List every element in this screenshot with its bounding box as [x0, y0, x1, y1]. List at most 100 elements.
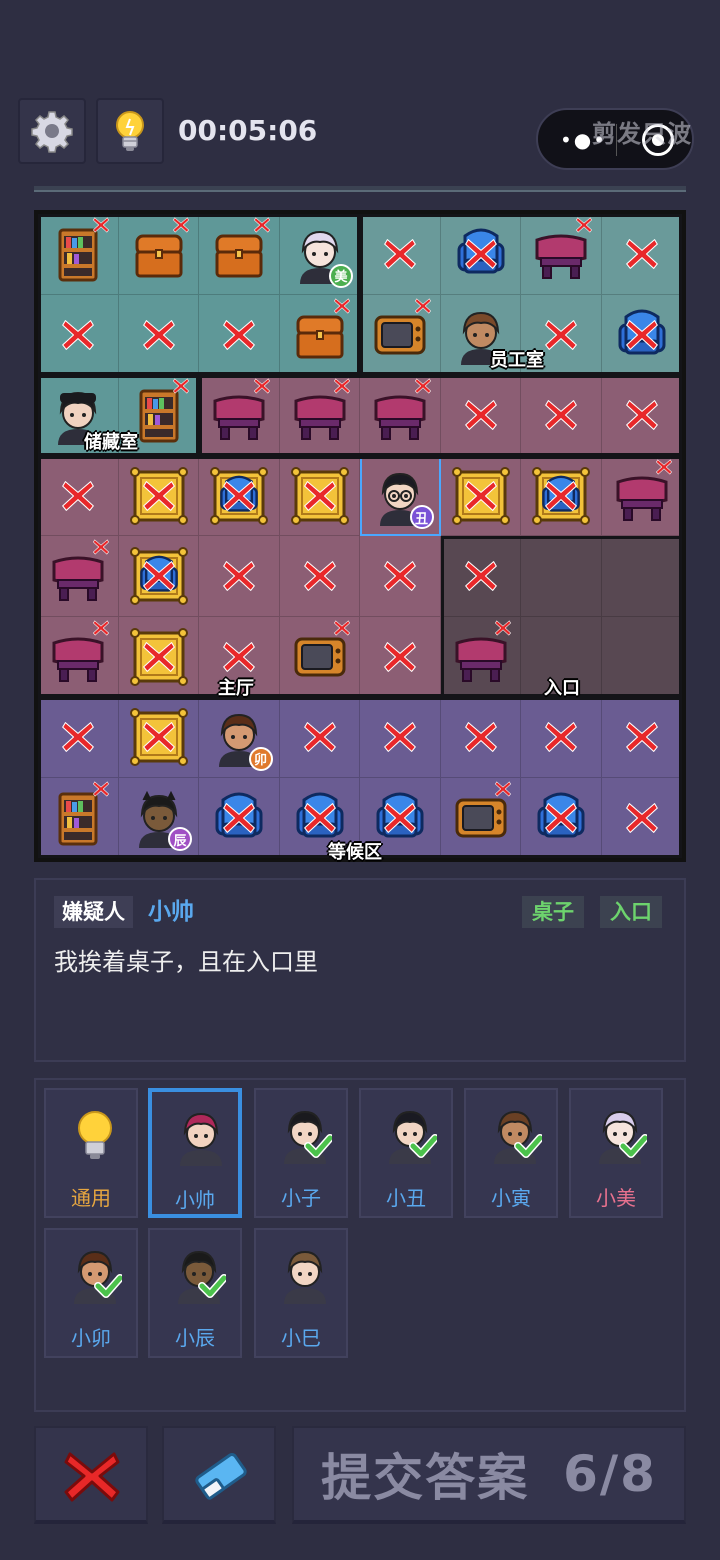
- board-cell[interactable]: [440, 214, 521, 295]
- board-cell[interactable]: 丑: [360, 455, 441, 536]
- board-cell[interactable]: [38, 536, 119, 617]
- board-cell[interactable]: [360, 616, 441, 697]
- suspect-badge: 丑: [409, 505, 434, 529]
- cross-mark-icon: [223, 561, 255, 591]
- clue-panel: 嫌疑人 小帅 桌子 入口 我挨着桌子，且在入口里: [34, 878, 686, 1062]
- board-cell[interactable]: [440, 536, 521, 617]
- suspect-card[interactable]: 小丑: [359, 1088, 453, 1218]
- suspect-label: 小卯: [71, 1326, 111, 1350]
- cross-mark-icon: [384, 561, 416, 591]
- board-cell[interactable]: [199, 536, 280, 617]
- board-cell[interactable]: [521, 536, 602, 617]
- room-label-staff: 员工室: [490, 350, 544, 371]
- suspect-card[interactable]: 小帅: [148, 1088, 242, 1218]
- board-cell[interactable]: [360, 294, 441, 375]
- board-cell[interactable]: [360, 375, 441, 456]
- board-cell[interactable]: [521, 375, 602, 456]
- cross-mark-icon: [142, 722, 175, 752]
- board-cell[interactable]: [601, 214, 682, 295]
- board-cell[interactable]: [118, 697, 199, 778]
- board-cell[interactable]: [199, 214, 280, 295]
- board-cell[interactable]: [118, 214, 199, 295]
- board-cell[interactable]: [360, 536, 441, 617]
- suspect-card[interactable]: 小寅: [464, 1088, 558, 1218]
- board-cell[interactable]: 辰: [118, 777, 199, 858]
- board-cell[interactable]: [440, 375, 521, 456]
- board-cell[interactable]: [601, 616, 682, 697]
- board-cell[interactable]: [521, 455, 602, 536]
- board-cell[interactable]: [279, 294, 360, 375]
- board-cell[interactable]: [360, 697, 441, 778]
- hint-button[interactable]: [96, 98, 164, 164]
- suspect-label: 小辰: [175, 1326, 215, 1350]
- cross-mark-icon: [142, 561, 175, 591]
- cross-mark-icon: [545, 802, 577, 833]
- board-cell[interactable]: [118, 455, 199, 536]
- cross-mark-icon: [334, 378, 350, 394]
- suspect-label: 小帅: [175, 1188, 215, 1212]
- board-cell[interactable]: [199, 777, 280, 858]
- eraser-icon: [195, 1453, 247, 1500]
- board-cell[interactable]: [38, 214, 119, 295]
- suspect-label: 小寅: [491, 1186, 531, 1210]
- board-cell[interactable]: [601, 536, 682, 617]
- board-cell[interactable]: [279, 536, 360, 617]
- suspect-card[interactable]: 小子: [254, 1088, 348, 1218]
- board-cell[interactable]: [38, 616, 119, 697]
- board-cell[interactable]: [360, 214, 441, 295]
- suspect-card[interactable]: 小辰: [148, 1228, 242, 1358]
- board-cell[interactable]: [118, 294, 199, 375]
- clear-button[interactable]: [34, 1426, 148, 1524]
- board-cell[interactable]: [38, 455, 119, 536]
- board-cell[interactable]: [118, 616, 199, 697]
- board-cell[interactable]: [199, 455, 280, 536]
- cross-mark-icon: [303, 802, 336, 833]
- board-cell[interactable]: [440, 697, 521, 778]
- board-cell[interactable]: [118, 536, 199, 617]
- cross-mark-icon: [384, 722, 416, 752]
- board-cell[interactable]: [199, 375, 280, 456]
- suspect-card[interactable]: 小巳: [254, 1228, 348, 1358]
- board-cell[interactable]: [440, 616, 521, 697]
- cross-mark-icon: [253, 217, 270, 233]
- board-cell[interactable]: [199, 294, 280, 375]
- submit-progress: 6/8: [563, 1445, 657, 1503]
- board-cell[interactable]: [601, 777, 682, 858]
- submit-label: 提交答案: [321, 1449, 530, 1507]
- bottom-bar: 提交答案 6/8: [0, 1426, 720, 1524]
- suspect-card[interactable]: 小美: [569, 1088, 663, 1218]
- board-cell[interactable]: 美: [279, 214, 360, 295]
- board-cell[interactable]: [521, 214, 602, 295]
- room-label-waiting: 等候区: [328, 842, 382, 863]
- eraser-button[interactable]: [162, 1426, 276, 1524]
- clue-tag-entrance: 入口: [600, 896, 662, 928]
- board-cell[interactable]: [440, 777, 521, 858]
- suspect-card[interactable]: 小卯: [44, 1228, 138, 1358]
- cross-mark-icon: [495, 781, 511, 796]
- suspect-picker: 通用 小帅 小子 小丑 小寅 小美小卯 小辰 小巳: [34, 1078, 686, 1412]
- board-cell[interactable]: [440, 455, 521, 536]
- board-cell[interactable]: [521, 697, 602, 778]
- board-cell[interactable]: [38, 777, 119, 858]
- cross-mark-icon: [173, 378, 189, 394]
- board-cell[interactable]: [279, 455, 360, 536]
- board-cell[interactable]: [38, 697, 119, 778]
- suspect-label: 小丑: [386, 1186, 426, 1210]
- board-cell[interactable]: 卯: [199, 697, 280, 778]
- cross-mark-icon: [656, 459, 672, 474]
- board-cell[interactable]: [279, 697, 360, 778]
- board-cell[interactable]: [38, 294, 119, 375]
- cross-mark-icon: [545, 400, 577, 430]
- board-cell[interactable]: [279, 616, 360, 697]
- red-x-icon: [64, 1452, 120, 1502]
- board-cell[interactable]: [279, 375, 360, 456]
- submit-button[interactable]: 提交答案 6/8: [292, 1426, 686, 1524]
- board-cell[interactable]: [521, 777, 602, 858]
- board-cell[interactable]: [601, 375, 682, 456]
- settings-button[interactable]: [18, 98, 86, 164]
- board-cell[interactable]: [601, 697, 682, 778]
- board-cell[interactable]: [601, 294, 682, 375]
- clue-tag-desk: 桌子: [522, 896, 584, 928]
- board-cell[interactable]: [601, 455, 682, 536]
- suspect-card[interactable]: 通用: [44, 1088, 138, 1218]
